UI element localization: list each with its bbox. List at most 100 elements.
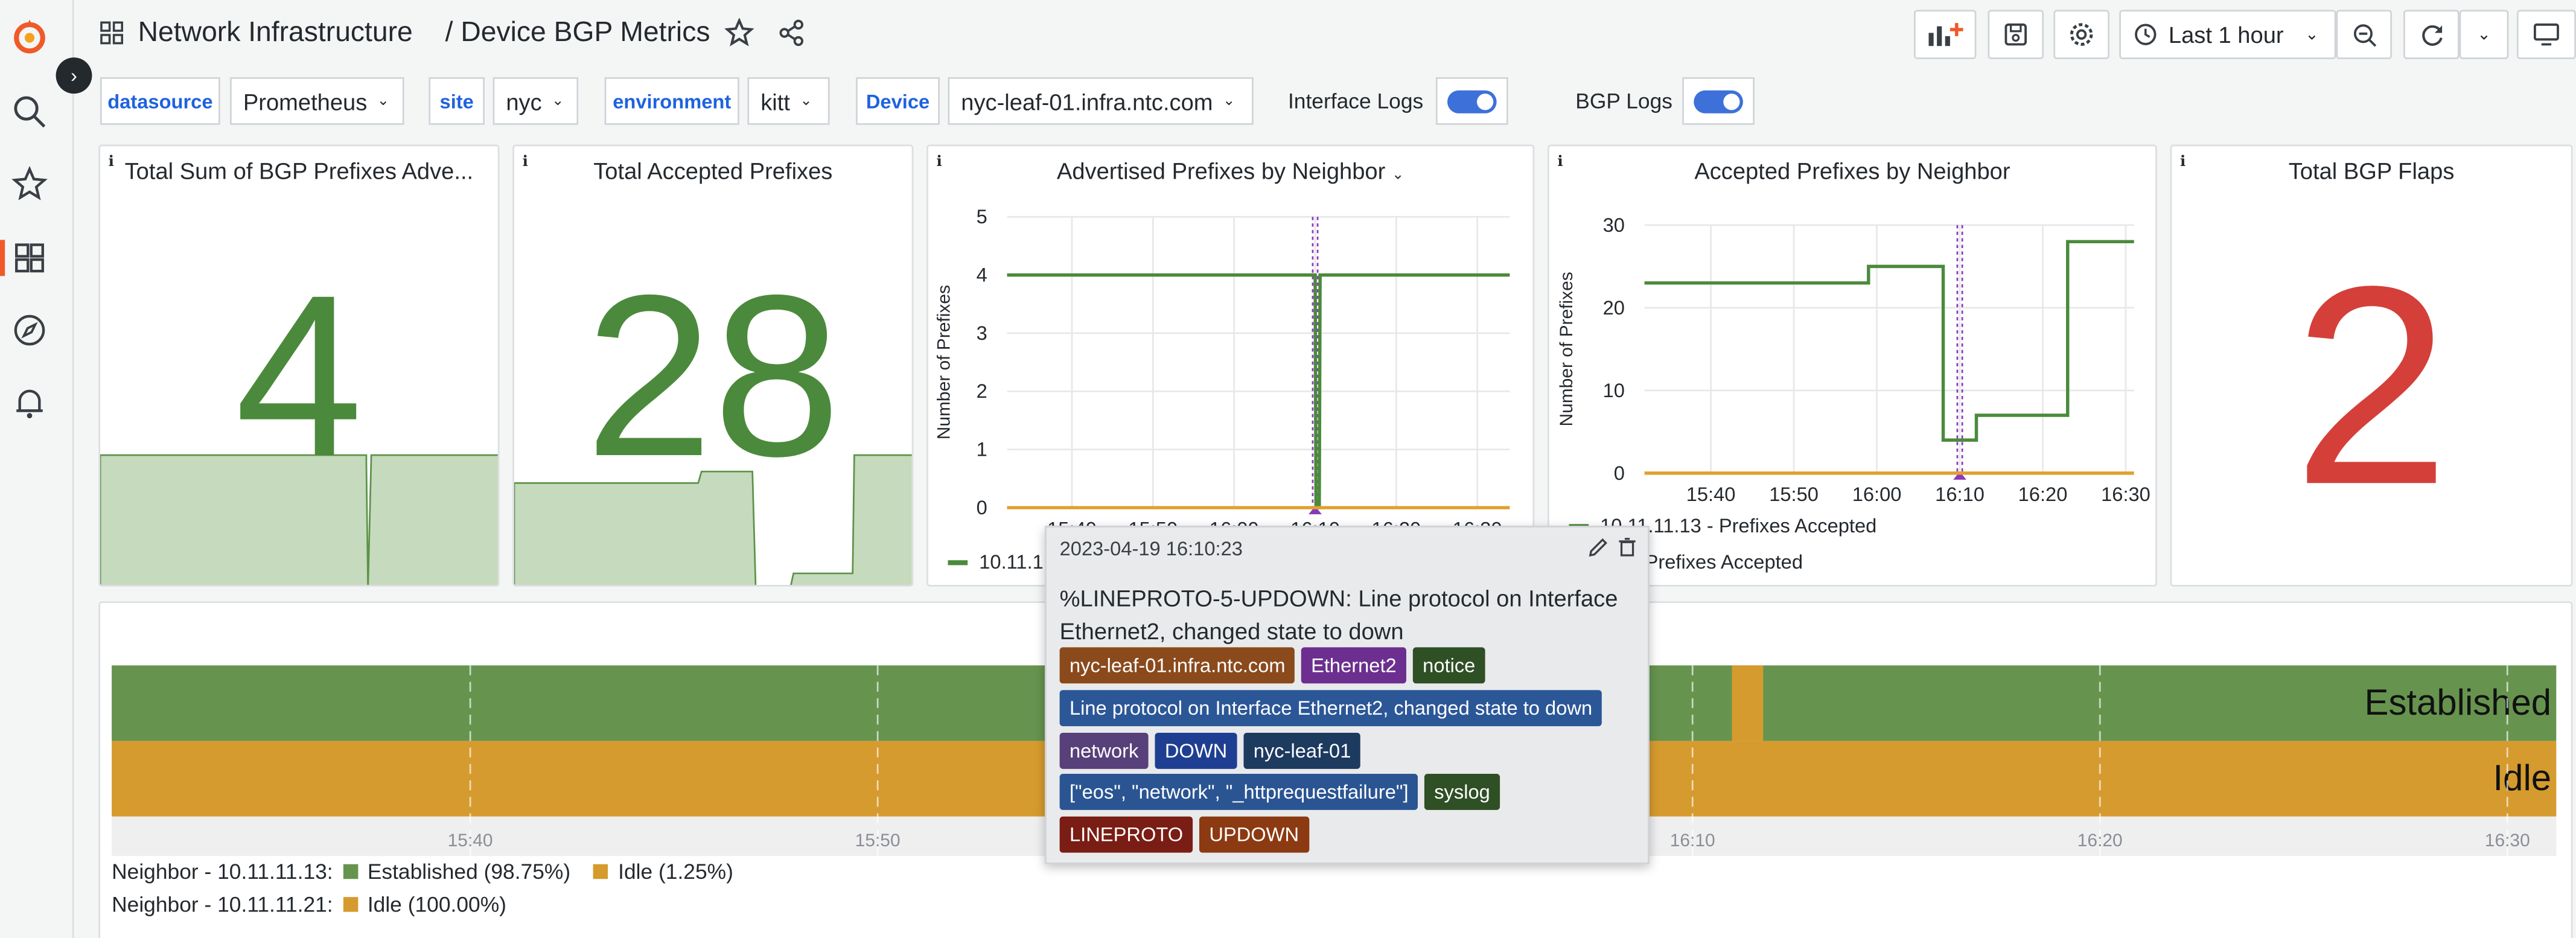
time-picker[interactable]: Last 1 hour ⌄ [2119,10,2336,59]
save-icon [2004,23,2027,46]
y-tick-label: 2 [977,380,987,402]
refresh-interval-dropdown[interactable]: ⌄ [2459,10,2509,59]
chevron-down-icon: ⌄ [800,92,812,109]
var-select-device[interactable]: nyc-leaf-01.infra.ntc.com ⌄ [948,77,1254,125]
grafana-logo-icon[interactable] [11,18,48,54]
side-menu [0,0,74,938]
y-axis-label: Number of Prefixes [934,285,954,439]
legend-swatch [342,897,358,912]
annotation-tag[interactable]: Ethernet2 [1301,647,1407,684]
zoom-out-icon [2353,23,2376,46]
x-tick-label: 16:30 [2101,483,2150,505]
legend-label: Idle (1.25%) [618,859,733,884]
explore-compass-icon[interactable] [11,312,48,348]
refresh-button[interactable] [2403,10,2460,59]
y-tick-label: 5 [977,205,987,228]
state-legend-row: Neighbor - 10.11.11.13: Established (98.… [112,860,733,884]
starred-icon[interactable] [11,165,48,202]
var-select-environment[interactable]: kitt ⌄ [747,77,830,125]
bgp-logs-label: BGP Logs [1575,88,1672,113]
var-label-site: site [429,77,485,125]
panel-bgp-flaps[interactable]: i Total BGP Flaps 2 [2170,144,2573,587]
add-panel-icon [1928,23,1963,46]
edit-annotation-icon[interactable] [1589,535,1608,565]
annotation-tag[interactable]: LINEPROTO [1059,817,1193,853]
var-label-environment: environment [604,77,739,125]
annotation-timestamp: 2023-04-19 16:10:23 [1059,537,1243,561]
annotation-tag[interactable]: nyc-leaf-01 [1243,732,1361,768]
x-tick-label: 16:10 [1935,483,1985,505]
bgp-logs-toggle[interactable] [1682,77,1755,125]
x-tick-label: 15:40 [1686,483,1736,505]
interface-logs-label: Interface Logs [1287,88,1424,113]
dashboard-grid-icon [100,21,124,45]
stat-value: 4 [235,246,363,505]
share-icon[interactable] [777,18,806,48]
annotation-tag[interactable]: UPDOWN [1199,817,1309,853]
var-value: kitt [760,88,790,115]
star-icon[interactable] [724,17,754,48]
annotation-tooltip: 2023-04-19 16:10:23 %LINEPROTO-5-UPDOWN:… [1045,526,1650,864]
y-tick-label: 10 [1603,379,1625,401]
save-dashboard-button[interactable] [1988,10,2044,59]
dashboard-header: Network Infrastructure / Device BGP Metr… [74,0,2576,69]
page-title[interactable]: / Device BGP Metrics [445,16,710,49]
annotation-tag[interactable]: DOWN [1155,732,1237,768]
chevron-right-icon: › [71,64,77,88]
add-panel-button[interactable] [1914,10,1977,59]
legend-swatch [342,864,358,879]
var-select-datasource[interactable]: Prometheus ⌄ [230,77,404,125]
state-legend-row: Neighbor - 10.11.11.21: Idle (100.00%) [112,892,506,917]
alerting-bell-icon[interactable] [11,384,48,421]
chevron-down-icon: ⌄ [2304,25,2319,44]
annotation-tag[interactable]: syslog [1424,774,1500,811]
y-tick-label: 4 [977,264,987,286]
annotation-tag[interactable]: notice [1412,647,1485,684]
annotation-tag[interactable]: Line protocol on Interface Ethernet2, ch… [1059,689,1602,726]
y-tick-label: 30 [1603,214,1625,236]
chevron-down-icon: ⌄ [2477,25,2491,44]
chevron-down-icon: ⌄ [1222,92,1235,109]
var-select-site[interactable]: nyc ⌄ [493,77,579,125]
x-tick-label: 16:20 [2077,831,2123,850]
gear-icon [2070,23,2093,46]
time-range-label: Last 1 hour [2168,21,2284,48]
legend-item[interactable]: 10.11.1 [948,550,1044,573]
clock-icon [2135,24,2157,45]
y-tick-label: 3 [977,322,987,344]
interface-logs-toggle[interactable] [1435,77,1508,125]
x-tick-label: 16:10 [1670,831,1715,850]
annotation-tag[interactable]: nyc-leaf-01.infra.ntc.com [1059,647,1295,684]
zoom-out-button[interactable] [2336,10,2393,59]
panel-accepted-by-neighbor[interactable]: i Accepted Prefixes by Neighbor 0 10 20 30 1… [1548,144,2157,587]
annotation-message: %LINEPROTO-5-UPDOWN: Line protocol on In… [1059,584,1618,644]
panel-advertised-by-neighbor[interactable]: i Advertised Prefixes by Neighbor ⌄ 0123… [926,144,1535,587]
breadcrumb-folder[interactable]: Network Infrastructure [138,16,413,49]
sidebar-collapse-button[interactable]: › [56,57,92,94]
x-tick-label: 15:50 [855,831,901,850]
dashboards-icon[interactable] [11,240,48,276]
panel-advertised-sum[interactable]: i Total Sum of BGP Prefixes Adve... 4 [98,144,500,587]
chevron-down-icon: ⌄ [377,92,390,109]
y-tick-label: 20 [1603,296,1625,319]
toggle-switch [1447,89,1497,113]
advertised-prefixes-chart: 01234515:4015:5016:0016:1016:2016:30Numb… [934,205,1510,540]
delete-annotation-icon[interactable] [1618,535,1636,565]
state-label: Idle [2493,758,2552,798]
y-tick-label: 1 [977,438,987,461]
tv-mode-button[interactable] [2516,10,2576,59]
panel-accepted-total[interactable]: i Total Accepted Prefixes 28 [512,144,914,587]
legend-label: Established (98.75%) [367,859,571,884]
x-tick-label: 15:50 [1769,483,1819,505]
var-value: nyc [506,88,542,115]
state-label: Established [2365,682,2552,723]
search-icon[interactable] [11,94,48,130]
state-blip [1732,665,1764,741]
panel-title[interactable]: Total BGP Flaps [2172,158,2571,184]
legend-neighbor: Neighbor - 10.11.11.21: [112,892,333,917]
annotation-tag[interactable]: ["eos", "network", "_httprequestfailure"… [1059,774,1418,811]
dashboard-settings-button[interactable] [2053,10,2109,59]
legend-label: Idle (100.00%) [367,892,506,917]
legend-label: 10.11.1 [979,550,1044,573]
annotation-tag[interactable]: network [1059,732,1149,768]
